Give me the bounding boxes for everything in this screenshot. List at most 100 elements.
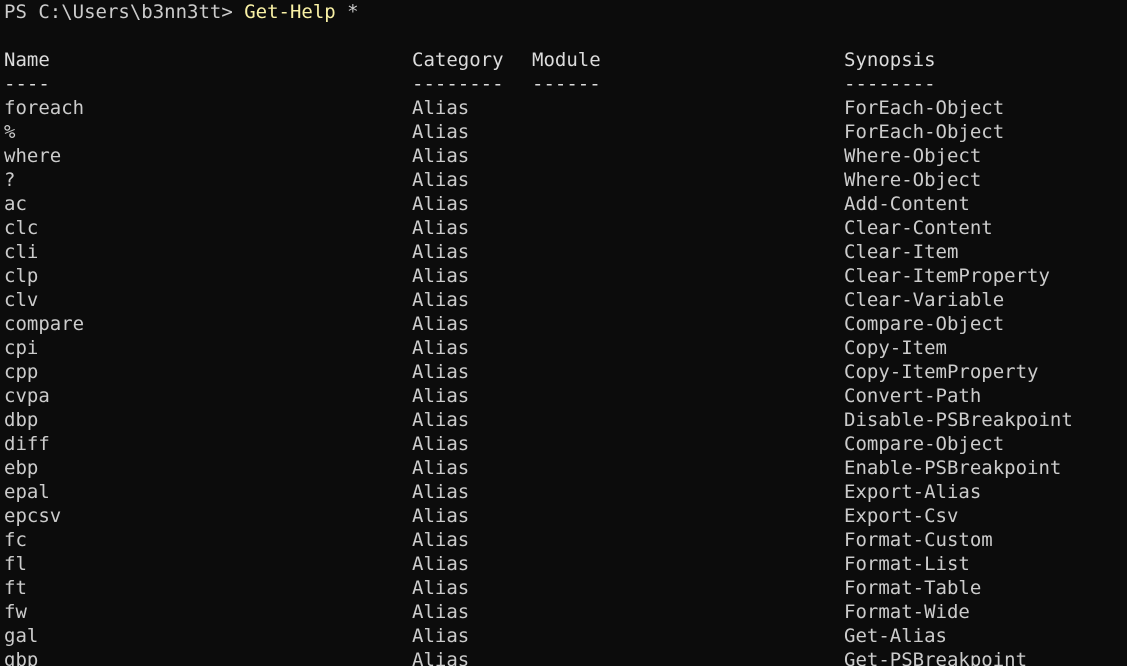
row-name: ?	[4, 169, 16, 191]
underline-synopsis: --------	[844, 73, 936, 95]
table-row: where Alias Where-Object	[4, 144, 1127, 168]
row-synopsis: Clear-Item	[844, 241, 959, 263]
row-name: diff	[4, 433, 50, 455]
table-row: clv Alias Clear-Variable	[4, 288, 1127, 312]
table-row: diff Alias Compare-Object	[4, 432, 1127, 456]
row-name: cli	[4, 241, 39, 263]
row-name: clp	[4, 265, 39, 287]
prompt-text: PS C:\Users\b3nn3tt>	[4, 1, 245, 23]
underline-module: ------	[532, 73, 601, 95]
table-row: foreach Alias ForEach-Object	[4, 96, 1127, 120]
row-name: ft	[4, 577, 27, 599]
row-category: Alias	[412, 457, 470, 479]
row-name: clv	[4, 289, 39, 311]
underline-category: --------	[412, 73, 504, 95]
prompt-line: PS C:\Users\b3nn3tt> Get-Help *	[4, 0, 1127, 24]
row-category: Alias	[412, 577, 470, 599]
table-row: fw Alias Format-Wide	[4, 600, 1127, 624]
row-category: Alias	[412, 169, 470, 191]
header-synopsis: Synopsis	[844, 49, 936, 71]
row-category: Alias	[412, 553, 470, 575]
row-synopsis: Compare-Object	[844, 313, 1005, 335]
row-synopsis: Format-Custom	[844, 529, 993, 551]
table-row: clc Alias Clear-Content	[4, 216, 1127, 240]
table-row: cli Alias Clear-Item	[4, 240, 1127, 264]
row-name: ac	[4, 193, 27, 215]
table-row: ebp Alias Enable-PSBreakpoint	[4, 456, 1127, 480]
row-name: ebp	[4, 457, 39, 479]
row-synopsis: Clear-Variable	[844, 289, 1005, 311]
row-synopsis: Copy-ItemProperty	[844, 361, 1039, 383]
row-category: Alias	[412, 433, 470, 455]
row-category: Alias	[412, 529, 470, 551]
row-synopsis: Export-Csv	[844, 505, 959, 527]
row-name: gal	[4, 625, 39, 647]
row-category: Alias	[412, 505, 470, 527]
table-row: % Alias ForEach-Object	[4, 120, 1127, 144]
row-category: Alias	[412, 601, 470, 623]
row-category: Alias	[412, 337, 470, 359]
row-synopsis: Clear-Content	[844, 217, 993, 239]
row-synopsis: Format-Wide	[844, 601, 970, 623]
row-name: fl	[4, 553, 27, 575]
table-row: ac Alias Add-Content	[4, 192, 1127, 216]
terminal-window[interactable]: PS C:\Users\b3nn3tt> Get-Help * Name Cat…	[0, 0, 1127, 666]
row-category: Alias	[412, 289, 470, 311]
row-category: Alias	[412, 649, 470, 666]
row-name: cvpa	[4, 385, 50, 407]
table-row: cpp Alias Copy-ItemProperty	[4, 360, 1127, 384]
header-module: Module	[532, 49, 601, 71]
table-row: epal Alias Export-Alias	[4, 480, 1127, 504]
table-row: cvpa Alias Convert-Path	[4, 384, 1127, 408]
row-synopsis: Where-Object	[844, 169, 982, 191]
row-name: gbp	[4, 649, 39, 666]
row-name: %	[4, 121, 16, 143]
row-synopsis: Where-Object	[844, 145, 982, 167]
row-name: where	[4, 145, 62, 167]
command-argument: *	[335, 1, 359, 23]
table-row: gbp Alias Get-PSBreakpoint	[4, 648, 1127, 666]
table-row: dbp Alias Disable-PSBreakpoint	[4, 408, 1127, 432]
row-synopsis: Format-List	[844, 553, 970, 575]
table-header-underline: ---- -------- ------ --------	[4, 72, 1127, 96]
row-category: Alias	[412, 97, 470, 119]
row-category: Alias	[412, 481, 470, 503]
header-category: Category	[412, 49, 504, 71]
row-synopsis: Copy-Item	[844, 337, 947, 359]
underline-name: ----	[4, 73, 50, 95]
row-synopsis: Get-Alias	[844, 625, 947, 647]
row-synopsis: Convert-Path	[844, 385, 982, 407]
row-synopsis: ForEach-Object	[844, 97, 1005, 119]
row-synopsis: Get-PSBreakpoint	[844, 649, 1028, 666]
header-name: Name	[4, 49, 50, 71]
row-name: cpp	[4, 361, 39, 383]
row-synopsis: ForEach-Object	[844, 121, 1005, 143]
table-row: compare Alias Compare-Object	[4, 312, 1127, 336]
row-synopsis: Enable-PSBreakpoint	[844, 457, 1062, 479]
row-category: Alias	[412, 625, 470, 647]
row-category: Alias	[412, 241, 470, 263]
table-row: clp Alias Clear-ItemProperty	[4, 264, 1127, 288]
row-category: Alias	[412, 121, 470, 143]
row-category: Alias	[412, 385, 470, 407]
row-name: epal	[4, 481, 50, 503]
row-category: Alias	[412, 313, 470, 335]
row-category: Alias	[412, 217, 470, 239]
row-category: Alias	[412, 361, 470, 383]
row-name: fw	[4, 601, 27, 623]
table-row: ft Alias Format-Table	[4, 576, 1127, 600]
row-synopsis: Add-Content	[844, 193, 970, 215]
table-row: cpi Alias Copy-Item	[4, 336, 1127, 360]
row-synopsis: Disable-PSBreakpoint	[844, 409, 1073, 431]
row-category: Alias	[412, 145, 470, 167]
row-name: fc	[4, 529, 27, 551]
table-row: epcsv Alias Export-Csv	[4, 504, 1127, 528]
command-text: Get-Help	[244, 1, 336, 23]
row-synopsis: Clear-ItemProperty	[844, 265, 1050, 287]
row-name: dbp	[4, 409, 39, 431]
row-name: clc	[4, 217, 39, 239]
row-name: epcsv	[4, 505, 62, 527]
table-header: Name Category Module Synopsis	[4, 48, 1127, 72]
table-row: ? Alias Where-Object	[4, 168, 1127, 192]
